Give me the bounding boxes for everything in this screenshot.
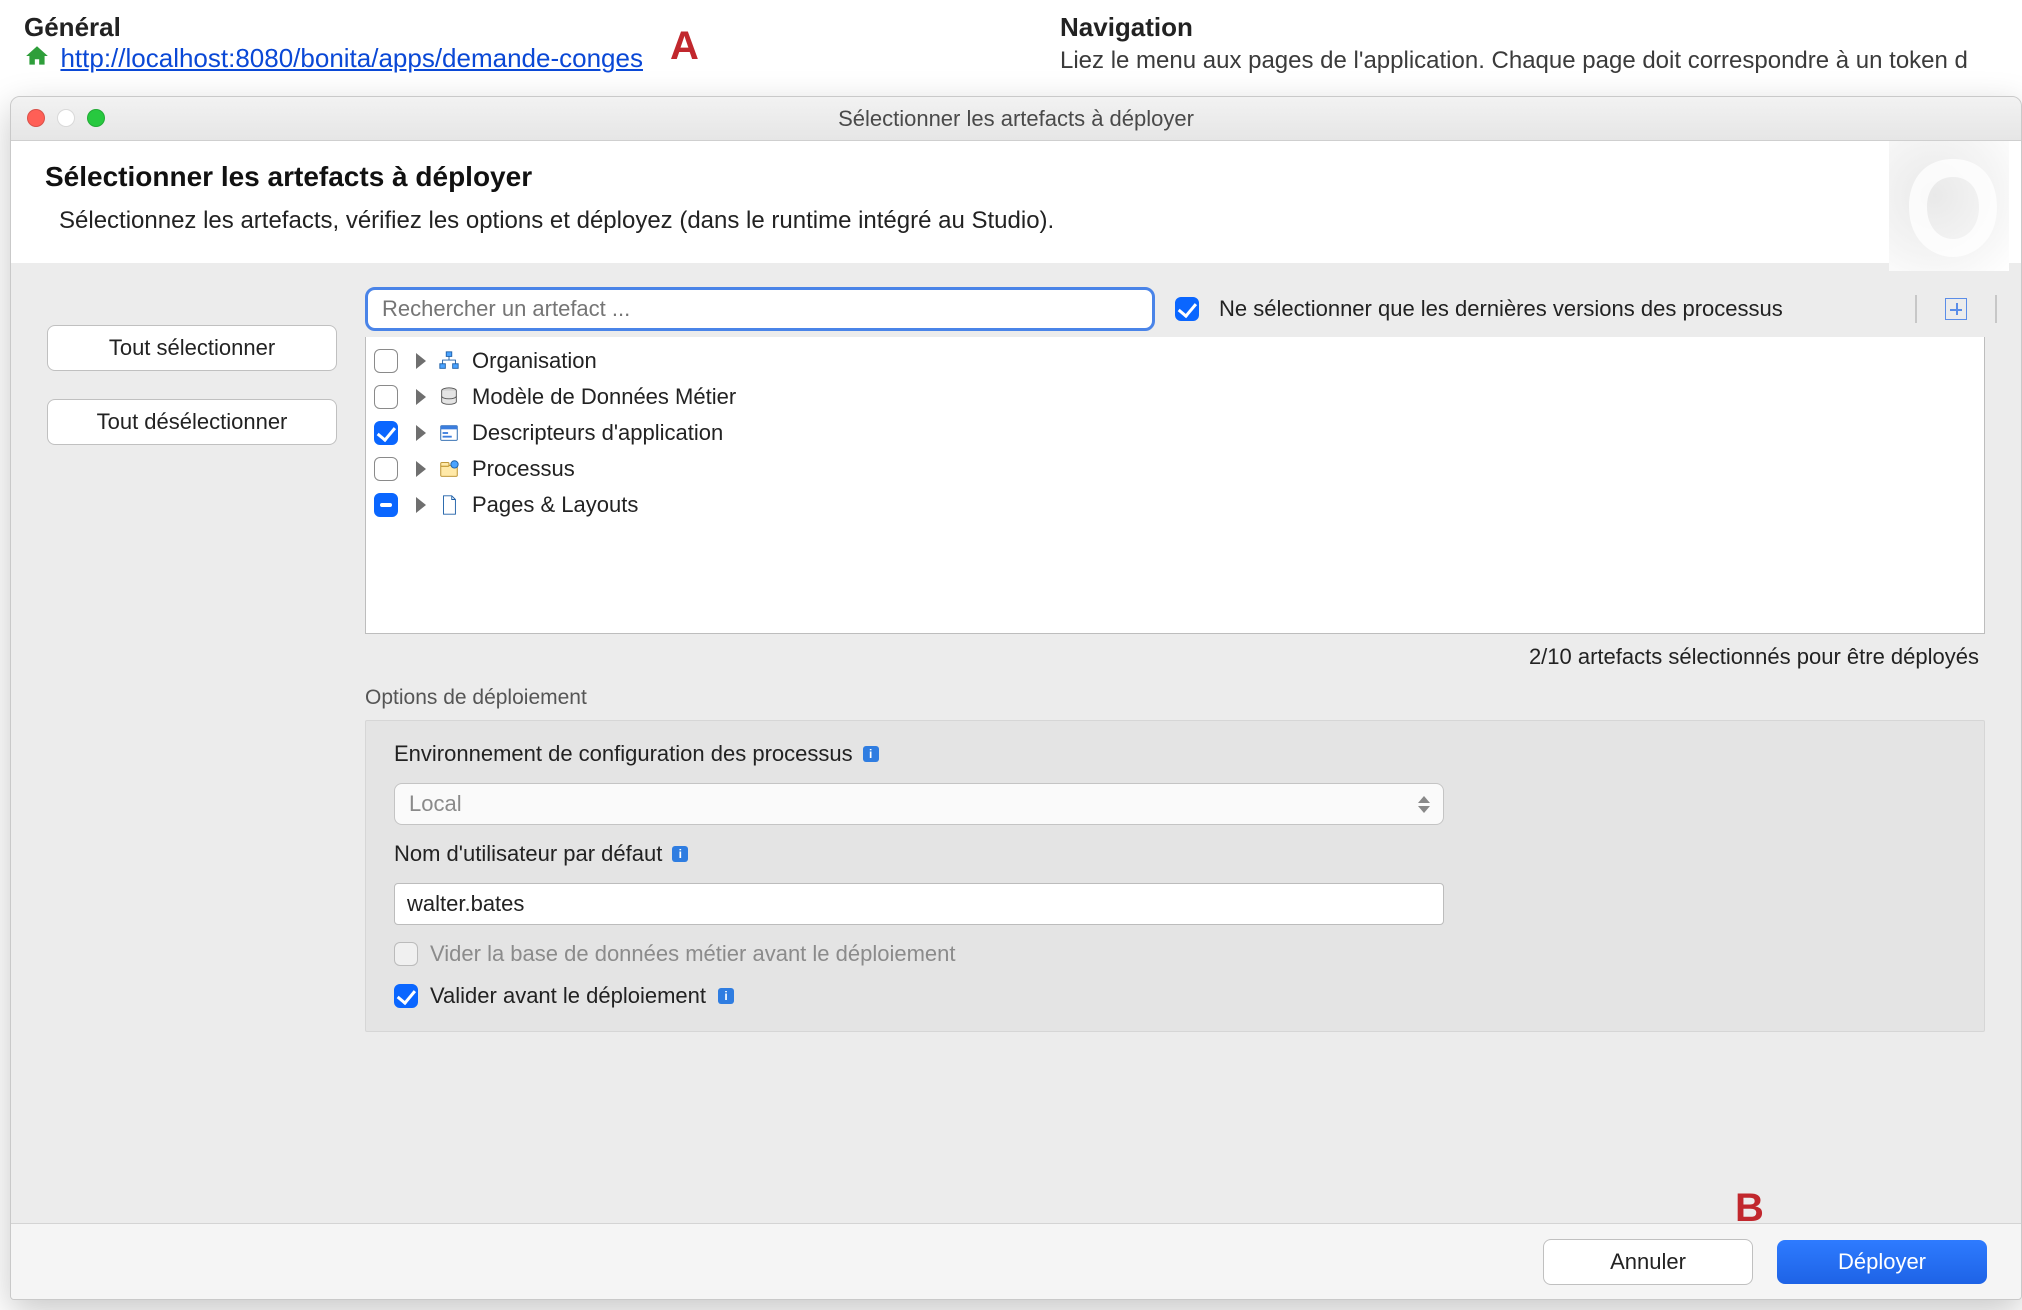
home-icon [24,43,50,74]
env-select[interactable]: Local [394,783,1444,825]
page-icon [438,494,460,516]
chevron-right-icon[interactable] [416,425,426,441]
chevron-right-icon[interactable] [416,497,426,513]
deploy-button[interactable]: Déployer [1777,1240,1987,1284]
tree-label: Modèle de Données Métier [472,384,736,410]
validate-row: Valider avant le déploiement i [394,983,1956,1009]
env-select-value: Local [409,791,462,817]
deselect-all-button[interactable]: Tout désélectionner [47,399,337,445]
bg-nav-sub: Liez le menu aux pages de l'application.… [1060,47,2022,75]
modal-body: Tout sélectionner Tout désélectionner Ne… [11,263,2021,1032]
window-minimize-icon[interactable] [57,109,75,127]
tree-checkbox[interactable] [374,457,398,481]
select-stepper-icon [1413,790,1435,818]
bg-navigation: Navigation Liez le menu aux pages de l'a… [1060,12,2022,75]
chevron-right-icon[interactable] [416,389,426,405]
drop-bdm-checkbox [394,942,418,966]
tree-row-process[interactable]: Processus [374,451,1976,487]
env-label-text: Environnement de configuration des proce… [394,741,853,767]
bulk-select-buttons: Tout sélectionner Tout désélectionner [47,325,337,445]
search-row: Ne sélectionner que les dernières versio… [365,287,2005,331]
artifact-tree: Organisation Modèle de Données Métier [365,337,1985,634]
window-close-icon[interactable] [27,109,45,127]
db-icon [438,386,460,408]
window-controls [27,109,105,127]
tree-row-app-descriptors[interactable]: Descripteurs d'application [374,415,1976,451]
drop-bdm-row: Vider la base de données métier avant le… [394,941,1956,967]
info-icon[interactable]: i [718,988,734,1004]
search-input[interactable] [365,287,1155,331]
latest-versions-label: Ne sélectionner que les dernières versio… [1219,296,1783,322]
modal-heading: Sélectionner les artefacts à déployer [45,161,1987,193]
org-icon [438,350,460,372]
chevron-right-icon[interactable] [416,461,426,477]
deploy-modal: Sélectionner les artefacts à déployer Sé… [10,96,2022,1300]
tree-checkbox[interactable] [374,421,398,445]
tree-checkbox[interactable] [374,349,398,373]
window-zoom-icon[interactable] [87,109,105,127]
info-icon[interactable]: i [863,746,879,762]
user-label: Nom d'utilisateur par défaut i [394,841,1956,867]
tree-label: Processus [472,456,575,482]
tree-area: Ne sélectionner que les dernières versio… [365,287,2005,634]
window-title: Sélectionner les artefacts à déployer [11,97,2021,141]
callout-a: A [670,24,699,69]
modal-footer: Annuler Déployer [11,1223,2021,1299]
callout-b: B [1735,1186,1764,1231]
process-icon [438,458,460,480]
tree-row-pages[interactable]: Pages & Layouts [374,487,1976,523]
appdesc-icon [438,422,460,444]
cancel-button[interactable]: Annuler [1543,1239,1753,1285]
toolbar-divider [1915,295,1917,323]
tree-label: Descripteurs d'application [472,420,723,446]
tree-checkbox[interactable] [374,385,398,409]
bg-nav-title: Navigation [1060,12,2022,43]
select-all-button[interactable]: Tout sélectionner [47,325,337,371]
default-user-input[interactable] [394,883,1444,925]
tree-row-organisation[interactable]: Organisation [374,343,1976,379]
options-title: Options de déploiement [365,686,1985,710]
drop-bdm-label: Vider la base de données métier avant le… [430,941,956,967]
validate-label: Valider avant le déploiement [430,983,706,1009]
tree-checkbox[interactable] [374,493,398,517]
deploy-options: Options de déploiement Environnement de … [365,686,1985,1032]
toolbar-divider-2 [1995,295,1997,323]
bg-general-url[interactable]: http://localhost:8080/bonita/apps/demand… [60,43,643,73]
modal-subtitle: Sélectionnez les artefacts, vérifiez les… [59,207,1987,235]
expand-all-icon[interactable] [1945,298,1967,320]
latest-versions-checkbox[interactable] [1175,297,1199,321]
env-label: Environnement de configuration des proce… [394,741,1956,767]
tree-label: Pages & Layouts [472,492,638,518]
bg-general-title: Général [24,12,924,43]
selection-status: 2/10 artefacts sélectionnés pour être dé… [365,644,1985,670]
bg-general: Général http://localhost:8080/bonita/app… [24,12,924,74]
validate-checkbox[interactable] [394,984,418,1008]
options-box: Environnement de configuration des proce… [365,720,1985,1032]
user-label-text: Nom d'utilisateur par défaut [394,841,662,867]
modal-header: Sélectionner les artefacts à déployer Sé… [11,141,2021,263]
tree-row-bdm[interactable]: Modèle de Données Métier [374,379,1976,415]
window-titlebar[interactable]: Sélectionner les artefacts à déployer [11,97,2021,141]
tree-label: Organisation [472,348,597,374]
chevron-right-icon[interactable] [416,353,426,369]
info-icon[interactable]: i [672,846,688,862]
bonita-logo-icon [1889,141,2009,271]
